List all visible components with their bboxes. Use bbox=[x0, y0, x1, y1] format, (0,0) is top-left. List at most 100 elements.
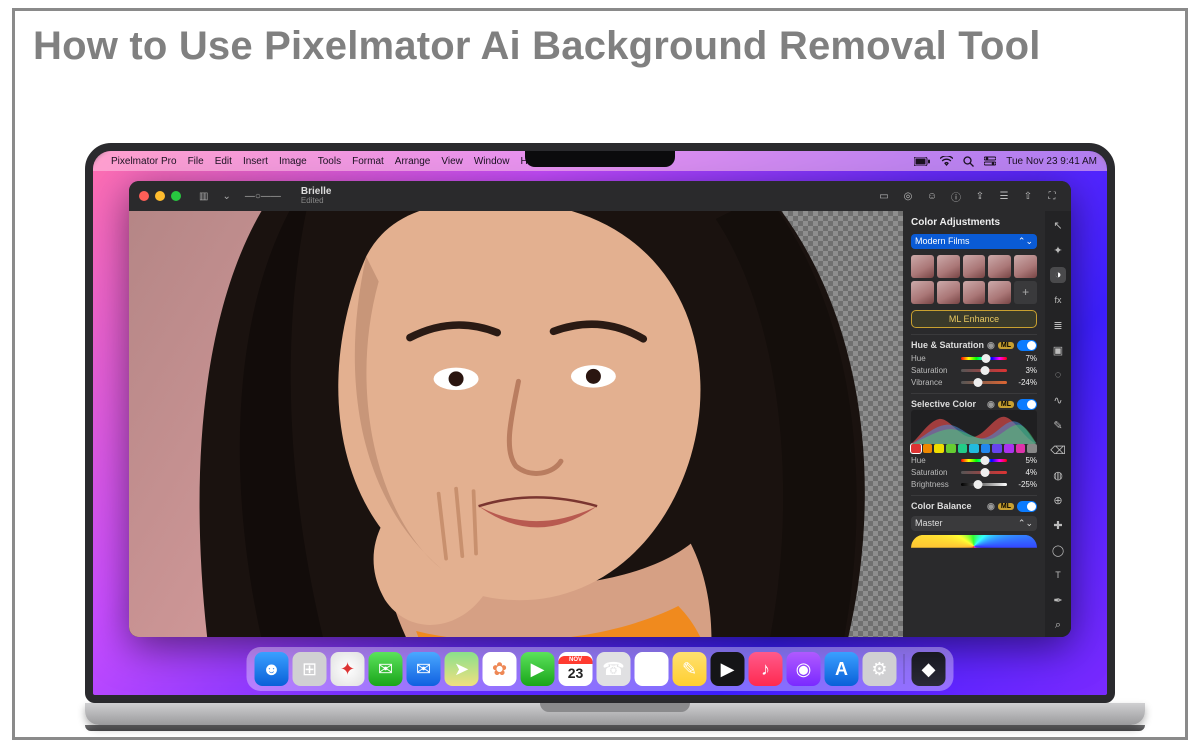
layers-icon[interactable]: ≣ bbox=[1050, 317, 1066, 333]
preset-thumb[interactable] bbox=[911, 281, 934, 304]
brush-icon[interactable]: ✎ bbox=[1050, 417, 1066, 433]
reminders-icon[interactable]: ☑ bbox=[635, 652, 669, 686]
appstore-icon[interactable]: A bbox=[825, 652, 859, 686]
menu-format[interactable]: Format bbox=[352, 156, 384, 167]
fullscreen-icon[interactable]: ⛶ bbox=[1043, 191, 1061, 202]
screen-icon[interactable]: ▭ bbox=[875, 191, 893, 202]
menu-tools[interactable]: Tools bbox=[318, 156, 341, 167]
saturation-slider[interactable] bbox=[961, 471, 1007, 474]
spotlight-icon[interactable] bbox=[963, 156, 974, 167]
info-icon[interactable]: ⓘ bbox=[947, 189, 965, 204]
pen-icon[interactable]: ✒ bbox=[1050, 592, 1066, 608]
menubar-clock[interactable]: Tue Nov 23 9:41 AM bbox=[1006, 156, 1097, 167]
preset-thumb[interactable] bbox=[963, 255, 986, 278]
settings-icon[interactable]: ⚙ bbox=[863, 652, 897, 686]
person-icon[interactable]: ☺ bbox=[923, 191, 941, 202]
preset-thumb[interactable] bbox=[988, 255, 1011, 278]
zoom-icon[interactable]: ⌕ bbox=[1050, 617, 1066, 633]
saturation-slider[interactable] bbox=[961, 369, 1007, 372]
color-swatch[interactable] bbox=[923, 444, 933, 453]
heal-icon[interactable]: ✚ bbox=[1050, 517, 1066, 533]
preset-thumb[interactable] bbox=[937, 255, 960, 278]
section-toggle[interactable] bbox=[1017, 501, 1037, 512]
ml-enhance-button[interactable]: ML Enhance bbox=[911, 310, 1037, 328]
menu-file[interactable]: File bbox=[188, 156, 204, 167]
menu-arrange[interactable]: Arrange bbox=[395, 156, 431, 167]
vibrance-slider[interactable] bbox=[961, 381, 1007, 384]
preset-thumb[interactable] bbox=[937, 281, 960, 304]
adjustments-icon[interactable]: ◑ bbox=[1050, 267, 1066, 283]
launchpad-icon[interactable]: ⊞ bbox=[293, 652, 327, 686]
podcasts-icon[interactable]: ◉ bbox=[787, 652, 821, 686]
color-swatch[interactable] bbox=[969, 444, 979, 453]
maps-icon[interactable]: ➤ bbox=[445, 652, 479, 686]
menu-edit[interactable]: Edit bbox=[215, 156, 232, 167]
fx-icon[interactable]: fx bbox=[1050, 292, 1066, 308]
mail-icon[interactable]: ✉ bbox=[407, 652, 441, 686]
crop-icon[interactable]: ▣ bbox=[1050, 342, 1066, 358]
fill-icon[interactable]: ◍ bbox=[1050, 467, 1066, 483]
pixelmator-icon[interactable]: ◆ bbox=[912, 652, 946, 686]
text-icon[interactable]: T bbox=[1050, 567, 1066, 583]
color-swatch[interactable] bbox=[934, 444, 944, 453]
visibility-icon[interactable]: ◉ bbox=[987, 340, 995, 351]
editor-canvas[interactable] bbox=[129, 211, 903, 637]
export-icon[interactable]: ⇪ bbox=[971, 191, 989, 202]
color-swatch[interactable] bbox=[1016, 444, 1026, 453]
photos-icon[interactable]: ✿ bbox=[483, 652, 517, 686]
hue-slider[interactable] bbox=[961, 459, 1007, 462]
section-toggle[interactable] bbox=[1017, 399, 1037, 410]
messages-icon[interactable]: ✉ bbox=[369, 652, 403, 686]
section-toggle[interactable] bbox=[1017, 340, 1037, 351]
music-icon[interactable]: ♪ bbox=[749, 652, 783, 686]
calendar-icon[interactable]: NOV23 bbox=[559, 652, 593, 686]
camera-icon[interactable]: ◎ bbox=[899, 191, 917, 202]
finder-icon[interactable]: ☻ bbox=[255, 652, 289, 686]
menubar-app-name[interactable]: Pixelmator Pro bbox=[111, 156, 177, 167]
color-balance-wheel[interactable] bbox=[911, 535, 1037, 557]
nav-dropdown-icon[interactable]: ⌄ bbox=[218, 189, 234, 204]
safari-icon[interactable]: ✦ bbox=[331, 652, 365, 686]
battery-icon[interactable] bbox=[914, 157, 930, 166]
color-swatch[interactable] bbox=[1027, 444, 1037, 453]
erase-icon[interactable]: ⌫ bbox=[1050, 442, 1066, 458]
shape-icon[interactable]: ◯ bbox=[1050, 542, 1066, 558]
clone-icon[interactable]: ⊕ bbox=[1050, 492, 1066, 508]
wifi-icon[interactable] bbox=[940, 156, 953, 166]
close-button[interactable] bbox=[139, 191, 149, 201]
warp-icon[interactable]: ∿ bbox=[1050, 392, 1066, 408]
color-swatch[interactable] bbox=[1004, 444, 1014, 453]
notes-icon[interactable]: ✎ bbox=[673, 652, 707, 686]
control-center-icon[interactable] bbox=[984, 156, 996, 166]
visibility-icon[interactable]: ◉ bbox=[987, 399, 995, 410]
facetime-icon[interactable]: ▶ bbox=[521, 652, 555, 686]
preset-thumb[interactable] bbox=[988, 281, 1011, 304]
contacts-icon[interactable]: ☎ bbox=[597, 652, 631, 686]
color-swatch[interactable] bbox=[958, 444, 968, 453]
zoom-button[interactable] bbox=[171, 191, 181, 201]
menu-insert[interactable]: Insert bbox=[243, 156, 268, 167]
add-preset-button[interactable]: + bbox=[1014, 281, 1037, 304]
tv-icon[interactable]: ▶ bbox=[711, 652, 745, 686]
minimize-button[interactable] bbox=[155, 191, 165, 201]
color-balance-mode-select[interactable]: Master ⌃⌄ bbox=[911, 516, 1037, 531]
color-swatch[interactable] bbox=[946, 444, 956, 453]
preset-thumb[interactable] bbox=[911, 255, 934, 278]
preset-select[interactable]: Modern Films ⌃⌄ bbox=[911, 234, 1037, 249]
hue-slider[interactable] bbox=[961, 357, 1007, 360]
menu-window[interactable]: Window bbox=[474, 156, 510, 167]
pointer-icon[interactable]: ↖ bbox=[1050, 217, 1066, 233]
color-swatch[interactable] bbox=[992, 444, 1002, 453]
sparkle-icon[interactable]: ✦ bbox=[1050, 242, 1066, 258]
menu-image[interactable]: Image bbox=[279, 156, 307, 167]
visibility-icon[interactable]: ◉ bbox=[987, 501, 995, 512]
adjust-sliders-icon[interactable]: ☰ bbox=[995, 191, 1013, 202]
brightness-slider[interactable] bbox=[961, 483, 1007, 486]
select-icon[interactable]: ◌ bbox=[1050, 367, 1066, 383]
sidebar-toggle-icon[interactable]: ▥ bbox=[195, 189, 212, 204]
zoom-slider-icon[interactable]: —○—— bbox=[241, 189, 285, 204]
share-icon[interactable]: ⇧ bbox=[1019, 191, 1037, 202]
preset-thumb[interactable] bbox=[1014, 255, 1037, 278]
color-swatch[interactable] bbox=[911, 444, 921, 453]
menu-view[interactable]: View bbox=[441, 156, 463, 167]
